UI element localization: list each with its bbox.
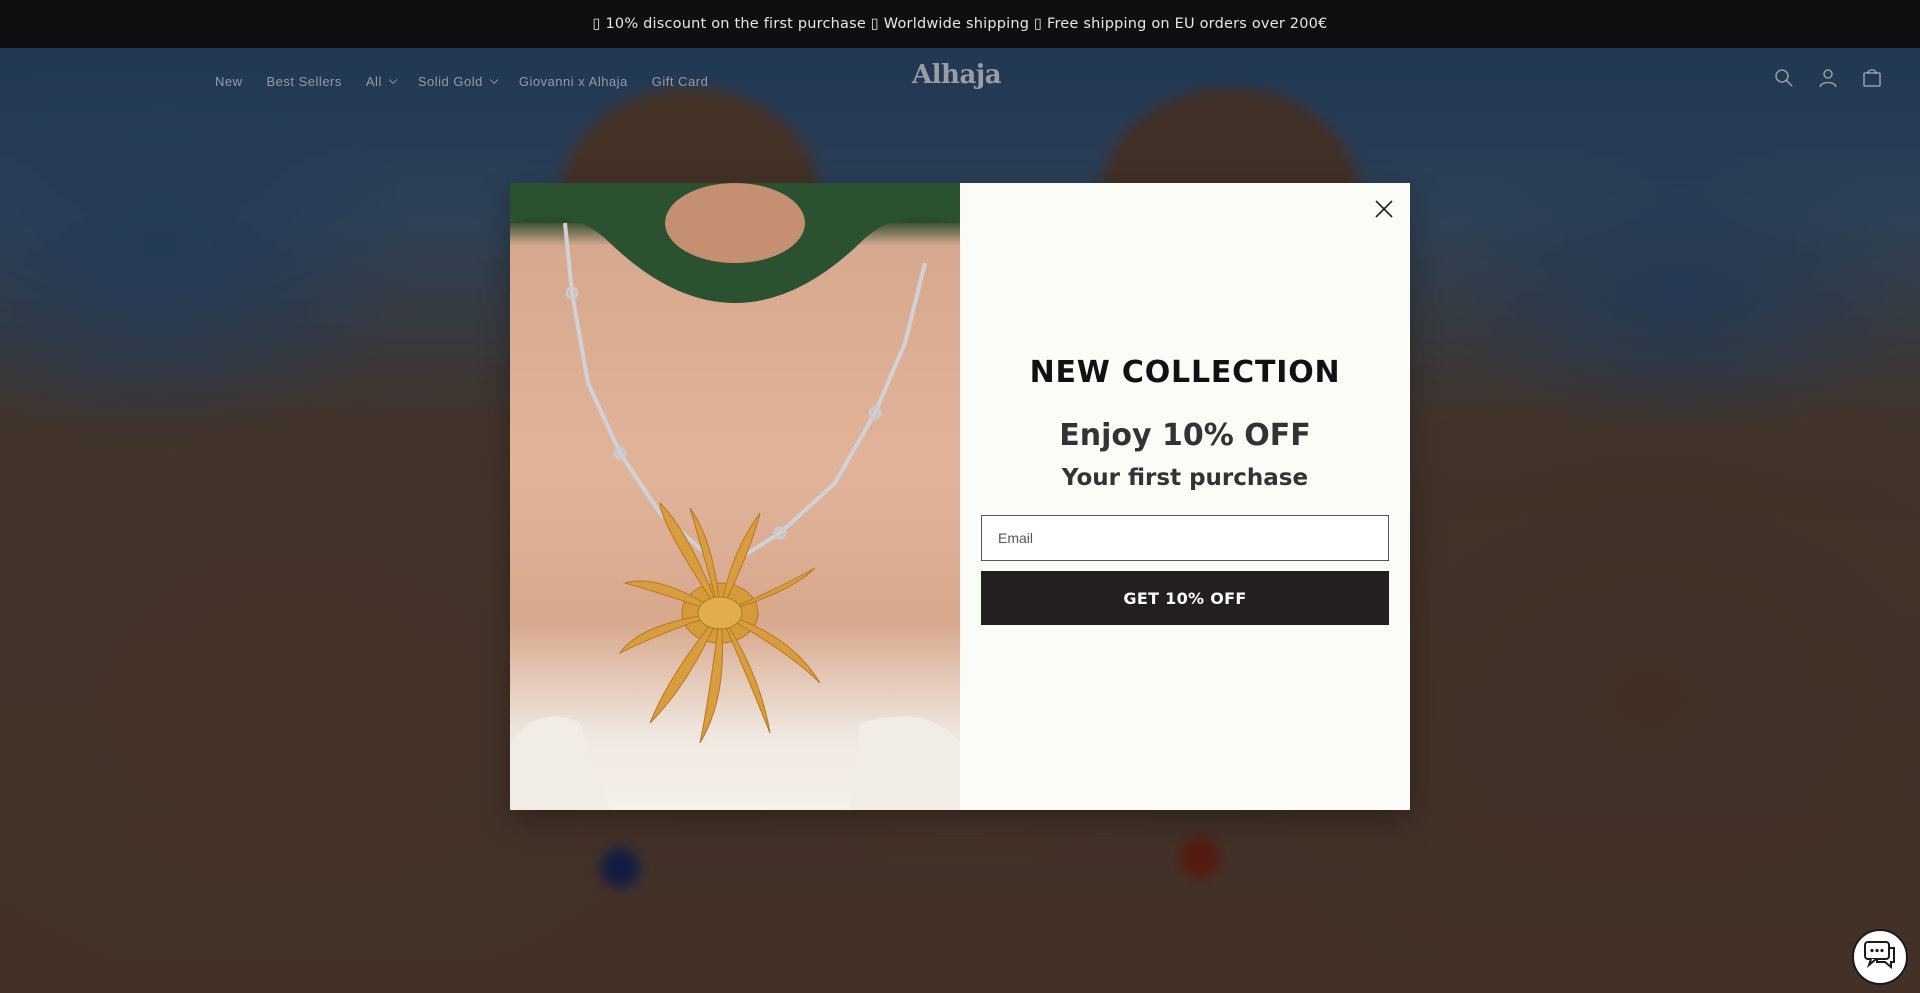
popup-headline: NEW COLLECTION (1029, 355, 1341, 390)
necklace-illustration (510, 183, 960, 810)
chat-widget-button[interactable] (1852, 929, 1908, 985)
get-discount-button[interactable]: GET 10% OFF (981, 571, 1389, 625)
chevron-down-icon (489, 75, 499, 84)
popup-product-image (510, 183, 960, 810)
nav-label: Best Sellers (266, 74, 342, 89)
search-icon[interactable] (1774, 68, 1794, 88)
nav-label: All (365, 74, 382, 89)
popup-offer: Enjoy 10% OFF (1059, 418, 1311, 453)
nav-item-all[interactable]: All (365, 74, 398, 89)
nav-label: Gift Card (651, 74, 709, 89)
announcement-bar: ▯ 10% discount on the first purchase ▯ W… (0, 0, 1920, 48)
chevron-down-icon (388, 75, 398, 84)
nav-item-gift-card[interactable]: Gift Card (652, 74, 709, 89)
announcement-text: ▯ 10% discount on the first purchase ▯ W… (592, 16, 1328, 32)
chat-icon (1863, 940, 1897, 974)
close-icon[interactable] (1372, 197, 1396, 221)
nav-label: Solid Gold (417, 74, 483, 89)
nav-item-giovanni-x-alhaja[interactable]: Giovanni x Alhaja (519, 74, 628, 89)
email-field[interactable] (981, 515, 1389, 561)
nav-item-solid-gold[interactable]: Solid Gold (417, 74, 499, 89)
header-actions (1774, 68, 1882, 88)
main-nav: New Best Sellers All Solid Gold Giovanni… (215, 74, 708, 89)
nav-label: New (215, 74, 243, 89)
site-header: New Best Sellers All Solid Gold Giovanni… (0, 48, 1920, 118)
account-icon[interactable] (1818, 68, 1838, 88)
brand-logo[interactable]: Alhaja (912, 60, 1002, 90)
nav-item-new[interactable]: New (215, 74, 243, 89)
popup-subtext: Your first purchase (1061, 465, 1309, 491)
nav-item-best-sellers[interactable]: Best Sellers (267, 74, 342, 89)
nav-label: Giovanni x Alhaja (518, 74, 628, 89)
popup-form-panel: NEW COLLECTION Enjoy 10% OFF Your first … (960, 183, 1410, 810)
cart-icon[interactable] (1862, 68, 1882, 88)
newsletter-popup: NEW COLLECTION Enjoy 10% OFF Your first … (510, 183, 1410, 810)
